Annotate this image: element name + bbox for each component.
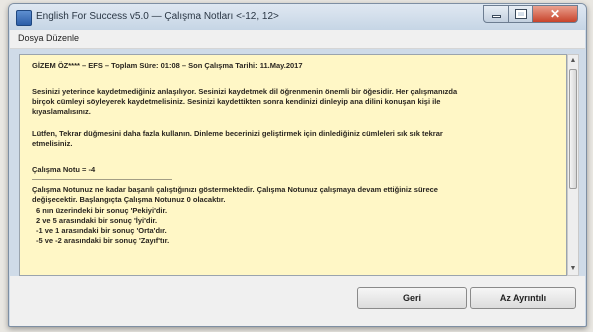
paragraph-score-info-line-1: Çalışma Notunuz ne kadar başarılı çalışt… — [32, 185, 438, 194]
details-button[interactable]: Az Ayrıntılı — [470, 287, 576, 309]
report-header: GİZEM ÖZ**** – EFS – Toplam Süre: 01:08 … — [32, 61, 303, 70]
scroll-down-arrow-icon[interactable]: ▼ — [568, 263, 578, 275]
study-score: Çalışma Notu = -4 — [32, 165, 96, 174]
back-button[interactable]: Geri — [357, 287, 467, 309]
paragraph-repeat-line-1: Lütfen, Tekrar düğmesini daha fazla kull… — [32, 129, 443, 138]
menu-dosya[interactable]: Dosya — [18, 33, 44, 43]
maximize-button[interactable] — [508, 5, 533, 23]
app-window: English For Success v5.0 — Çalışma Notla… — [8, 3, 587, 327]
button-bar: Geri Az Ayrıntılı — [10, 276, 585, 326]
score-level-weak: -5 ve -2 arasındaki bir sonuç 'Zayıf'tır… — [36, 236, 170, 245]
close-button[interactable]: ✕ — [532, 5, 578, 23]
paragraph-score-info-line-2: değişecektir. Başlangıçta Çalışma Notunu… — [32, 195, 226, 204]
paragraph-repeat-line-2: etmelisiniz. — [32, 139, 73, 148]
score-level-good: 2 ve 5 arasındaki bir sonuç 'İyi'dir. — [36, 216, 158, 225]
vertical-scrollbar[interactable]: ▲ ▼ — [567, 54, 579, 276]
menu-duzenle[interactable]: Düzenle — [46, 33, 79, 43]
paragraph-recording-line-2: birçok cümleyi söyleyerek kaydetmelisini… — [32, 97, 441, 106]
paragraph-recording-line-3: kıyaslamalısınız. — [32, 107, 91, 116]
report-text-area[interactable]: GİZEM ÖZ**** – EFS – Toplam Süre: 01:08 … — [19, 54, 567, 276]
scroll-thumb[interactable] — [569, 69, 577, 189]
score-level-excellent: 6 nın üzerindeki bir sonuç 'Pekiyi'dir. — [36, 206, 168, 215]
menu-bar: Dosya Düzenle — [10, 30, 585, 49]
score-level-average: -1 ve 1 arasındaki bir sonuç 'Orta'dır. — [36, 226, 167, 235]
minimize-button[interactable] — [483, 5, 509, 23]
paragraph-recording-line-1: Sesinizi yeterince kaydetmediğiniz anlaş… — [32, 87, 458, 96]
divider — [32, 179, 172, 180]
minimize-icon — [492, 15, 501, 18]
close-icon: ✕ — [549, 7, 561, 21]
maximize-icon — [515, 9, 527, 19]
scroll-up-arrow-icon[interactable]: ▲ — [568, 55, 578, 67]
app-icon — [16, 10, 32, 26]
window-title: English For Success v5.0 — Çalışma Notla… — [36, 11, 279, 22]
title-bar[interactable]: English For Success v5.0 — Çalışma Notla… — [9, 4, 586, 30]
